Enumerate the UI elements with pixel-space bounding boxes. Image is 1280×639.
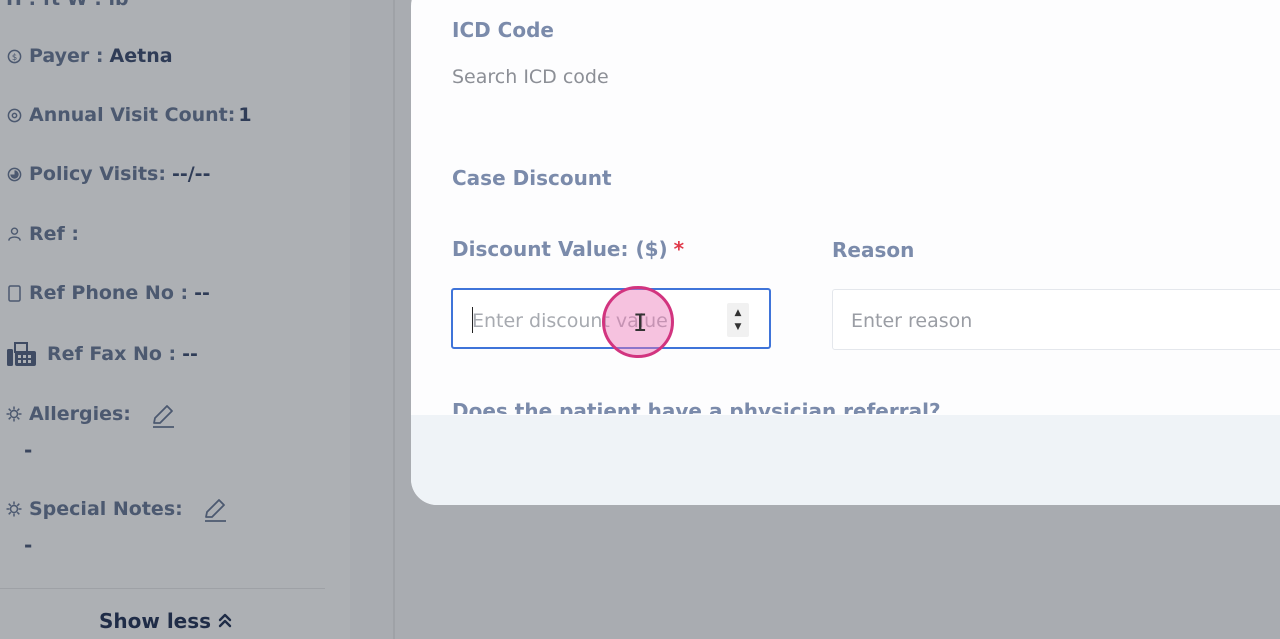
policy-visits-value: --/-- [171, 163, 211, 185]
modal-footer [411, 415, 1280, 505]
required-asterisk: * [673, 237, 685, 261]
discount-value-label: Discount Value: ($) * [452, 237, 684, 261]
annual-visit-value: 1 [238, 104, 252, 126]
ref-phone-label: Ref Phone No : [29, 282, 189, 304]
payer-row: $ Payer : Aetna [6, 45, 173, 67]
text-caret [472, 307, 473, 333]
reason-placeholder: Enter reason [851, 310, 973, 332]
pie-icon [6, 166, 22, 182]
case-modal: ICD Code Search ICD code Case Discount D… [411, 0, 1280, 505]
physician-referral-question: Does the patient have a physician referr… [452, 399, 941, 414]
discount-value-label-text: Discount Value: ($) [452, 237, 668, 261]
height-weight-text: H : ft W : lb [6, 0, 129, 10]
allergies-row: Allergies: [6, 403, 131, 425]
special-notes-value: - [24, 533, 33, 557]
ref-fax-label: Ref Fax No : [47, 343, 177, 365]
ref-fax-value: -- [182, 343, 198, 365]
special-notes-label: Special Notes: [29, 498, 183, 520]
patient-info-sidebar: H : ft W : lb $ Payer : Aetna Annual Vis… [0, 0, 350, 639]
svg-text:$: $ [11, 51, 16, 61]
panel-separator [393, 0, 395, 639]
number-spinner[interactable]: ▲ ▼ [727, 303, 749, 337]
allergies-value: - [24, 438, 33, 462]
user-icon [6, 226, 22, 242]
show-less-button[interactable]: Show less [99, 609, 233, 633]
icd-code-label: ICD Code [452, 18, 554, 42]
ref-phone-row: Ref Phone No : -- [6, 282, 210, 304]
show-less-label: Show less [99, 609, 212, 633]
ref-fax-row: Ref Fax No : -- [6, 341, 198, 367]
reason-input[interactable]: Enter reason [832, 289, 1280, 350]
fax-icon [6, 341, 38, 367]
ref-label: Ref : [29, 223, 79, 245]
annual-visit-row: Annual Visit Count: 1 [6, 104, 252, 126]
sidebar-divider [0, 588, 325, 589]
reason-label: Reason [832, 238, 915, 262]
dollar-icon: $ [6, 48, 22, 64]
payer-value: Aetna [109, 45, 173, 67]
policy-visits-label: Policy Visits: [29, 163, 166, 185]
allergies-label: Allergies: [29, 403, 131, 425]
policy-visits-row: Policy Visits: --/-- [6, 163, 210, 185]
case-discount-heading: Case Discount [452, 166, 612, 190]
double-chevron-up-icon [217, 609, 233, 633]
ref-row: Ref : [6, 223, 79, 245]
height-weight-row: H : ft W : lb [6, 0, 129, 10]
allergy-icon [6, 406, 22, 422]
edit-allergies-pencil-icon[interactable] [150, 403, 176, 433]
text-cursor-icon: I [633, 309, 648, 337]
ref-phone-value: -- [194, 282, 210, 304]
notes-icon [6, 501, 22, 517]
eye-icon [6, 107, 22, 123]
payer-label: Payer : [29, 45, 104, 67]
spinner-up-icon[interactable]: ▲ [735, 309, 742, 318]
phone-icon [6, 284, 22, 302]
spinner-down-icon[interactable]: ▼ [735, 323, 742, 332]
edit-notes-pencil-icon[interactable] [202, 497, 228, 527]
icd-search-input[interactable]: Search ICD code [452, 66, 609, 88]
special-notes-row: Special Notes: [6, 498, 183, 520]
annual-visit-label: Annual Visit Count: [29, 104, 236, 126]
